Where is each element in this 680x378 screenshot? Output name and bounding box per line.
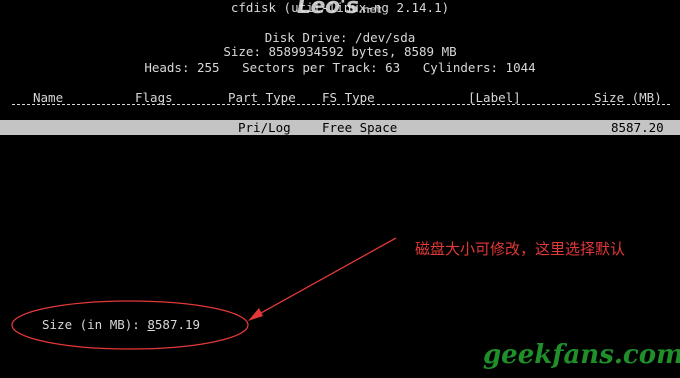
annotation-text: 磁盘大小可修改，这里选择默认 bbox=[415, 240, 626, 258]
size-input-value[interactable]: 587.19 bbox=[155, 317, 200, 332]
footer-watermark: geekfans.com bbox=[483, 340, 680, 370]
annotation-arrow-line bbox=[251, 237, 397, 319]
size-prompt-label: Size (in MB): bbox=[42, 317, 148, 332]
size-input-prompt[interactable]: Size (in MB): 8587.19 bbox=[42, 317, 200, 332]
annotation-arrow-head bbox=[248, 308, 263, 321]
size-input-cursor[interactable]: 8 bbox=[147, 317, 155, 332]
